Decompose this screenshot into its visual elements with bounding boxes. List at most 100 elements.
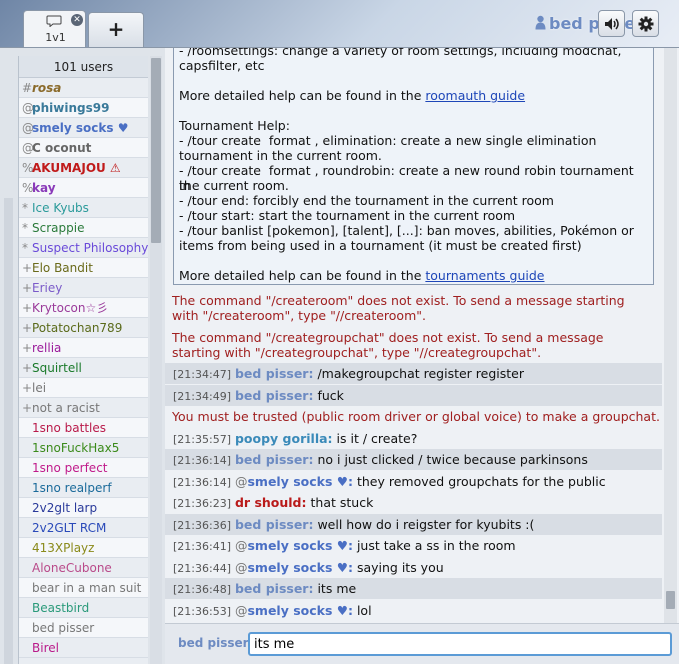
user-name[interactable]: Eriey: [32, 281, 62, 295]
userlist-item[interactable]: @C oconut: [19, 138, 148, 158]
userlist-item[interactable]: Beastbird: [19, 598, 148, 618]
user-name[interactable]: rosa: [32, 81, 61, 95]
message-text: just take a ss in the room: [356, 538, 516, 553]
sender-name[interactable]: bed pisser:: [235, 581, 313, 596]
userlist-item[interactable]: * Scrappie: [19, 218, 148, 238]
user-name[interactable]: AKUMAJOU ⚠: [32, 161, 121, 175]
userlist-item[interactable]: 2v2GLT RCM: [19, 518, 148, 538]
userlist-item[interactable]: 2v2glt larp: [19, 498, 148, 518]
user-icon: [535, 15, 546, 30]
userlist-item[interactable]: +rellia: [19, 338, 148, 358]
userlist-item[interactable]: +not a racist: [19, 398, 148, 418]
userlist-item[interactable]: * Suspect Philosophy: [19, 238, 148, 258]
userlist-item[interactable]: +Elo Bandit: [19, 258, 148, 278]
user-name[interactable]: bear in a man suit: [32, 581, 141, 595]
help-text: More detailed help can be found in the: [179, 88, 426, 103]
userlist-item[interactable]: 1sno battles: [19, 418, 148, 438]
settings-button[interactable]: [632, 10, 659, 37]
sender-name[interactable]: poopy gorilla:: [235, 431, 333, 446]
userlist-item[interactable]: Birel: [19, 638, 148, 658]
userlist-item[interactable]: +Potatochan789: [19, 318, 148, 338]
chat-scrollbar[interactable]: [664, 48, 677, 623]
user-name[interactable]: 2v2GLT RCM: [32, 521, 106, 535]
user-rank: #: [22, 81, 33, 95]
sender-name[interactable]: bed pisser:: [235, 452, 313, 467]
chat-message: [21:36:14] @smely socks ♥: they removed …: [165, 471, 662, 492]
user-name[interactable]: smely socks ♥: [32, 121, 128, 135]
help-text: tournament in the current room.: [179, 148, 382, 163]
sender-name[interactable]: bed pisser:: [235, 366, 313, 381]
user-name[interactable]: 1sno perfect: [32, 461, 108, 475]
user-rank: %: [22, 181, 34, 195]
sender-name[interactable]: dr should:: [235, 495, 307, 510]
help-line: tournament in the current room.: [179, 148, 647, 163]
close-icon[interactable]: ✕: [71, 14, 83, 26]
userlist-scroll-thumb[interactable]: [151, 58, 161, 243]
help-guide-link[interactable]: roomauth guide: [425, 88, 525, 103]
user-name[interactable]: bed pisser: [32, 621, 94, 635]
userlist-item[interactable]: 413XPlayz: [19, 538, 148, 558]
help-line: - /tour create format , roundrobin: crea…: [179, 163, 647, 193]
userlist-item[interactable]: bed pisser: [19, 618, 148, 638]
sender-name[interactable]: smely socks ♥:: [247, 538, 352, 553]
sender-name[interactable]: smely socks ♥:: [247, 474, 352, 489]
userlist-item[interactable]: * Ice Kyubs: [19, 198, 148, 218]
user-count[interactable]: 101 users: [19, 56, 148, 78]
userlist-item[interactable]: 1sno realperf: [19, 478, 148, 498]
user-name[interactable]: Squirtell: [32, 361, 82, 375]
add-tab-button[interactable]: +: [88, 12, 144, 47]
chat-scroll-thumb[interactable]: [666, 591, 675, 609]
user-name[interactable]: Birel: [32, 641, 59, 655]
userlist-item[interactable]: %kay: [19, 178, 148, 198]
message-input[interactable]: [248, 632, 672, 656]
user-name[interactable]: 2v2glt larp: [32, 501, 97, 515]
userlist-item[interactable]: @phiwings99: [19, 98, 148, 118]
userlist-item[interactable]: +Eriey: [19, 278, 148, 298]
sender-name[interactable]: smely socks ♥:: [247, 560, 352, 575]
help-text: - /tour create format , elimination: cre…: [179, 133, 597, 148]
user-name[interactable]: lei: [32, 381, 46, 395]
help-line: Tournament Help:: [179, 118, 647, 133]
userlist-item[interactable]: bear in a man suit: [19, 578, 148, 598]
timestamp: [21:36:23]: [173, 497, 231, 510]
help-line: More detailed help can be found in the r…: [179, 88, 647, 103]
user-name[interactable]: Elo Bandit: [32, 261, 93, 275]
user-name[interactable]: Suspect Philosophy: [32, 241, 148, 255]
user-name[interactable]: 1snoFuckHax5: [32, 441, 119, 455]
user-name[interactable]: Potatochan789: [32, 321, 122, 335]
userlist-item[interactable]: @smely socks ♥: [19, 118, 148, 138]
sender-name[interactable]: bed pisser:: [235, 388, 313, 403]
user-name[interactable]: 413XPlayz: [32, 541, 94, 555]
userlist-item[interactable]: #rosa: [19, 78, 148, 98]
user-name[interactable]: Scrappie: [32, 221, 84, 235]
user-name[interactable]: not a racist: [32, 401, 100, 415]
help-text: the current room.: [179, 178, 289, 193]
tab-1v1[interactable]: 1v1 ✕: [23, 10, 86, 47]
gear-icon: [638, 16, 654, 32]
userlist-item[interactable]: %AKUMAJOU ⚠: [19, 158, 148, 178]
user-name[interactable]: AloneCubone: [32, 561, 112, 575]
help-guide-link[interactable]: tournaments guide: [425, 268, 544, 283]
user-name[interactable]: 1sno realperf: [32, 481, 112, 495]
user-rank: @: [22, 121, 34, 135]
user-name[interactable]: Krytocon☆彡: [32, 301, 108, 315]
user-name[interactable]: C oconut: [32, 141, 91, 155]
sender-name[interactable]: bed pisser:: [235, 517, 313, 532]
sender-name[interactable]: smely socks ♥:: [247, 603, 352, 618]
userlist-item[interactable]: 1sno perfect: [19, 458, 148, 478]
timestamp: [21:36:48]: [173, 583, 231, 596]
user-name[interactable]: Beastbird: [32, 601, 89, 615]
user-name[interactable]: Ice Kyubs: [32, 201, 89, 215]
help-text: - /tour start: start the tournament in t…: [179, 208, 516, 223]
userlist-item[interactable]: +lei: [19, 378, 148, 398]
user-name[interactable]: kay: [32, 181, 56, 195]
userlist-item[interactable]: +Krytocon☆彡: [19, 298, 148, 318]
user-rank: +: [22, 281, 33, 295]
userlist-item[interactable]: 1snoFuckHax5: [19, 438, 148, 458]
volume-button[interactable]: [598, 10, 625, 37]
userlist-item[interactable]: AloneCubone: [19, 558, 148, 578]
user-name[interactable]: 1sno battles: [32, 421, 106, 435]
userlist-item[interactable]: +Squirtell: [19, 358, 148, 378]
user-name[interactable]: rellia: [32, 341, 61, 355]
user-name[interactable]: phiwings99: [32, 101, 109, 115]
